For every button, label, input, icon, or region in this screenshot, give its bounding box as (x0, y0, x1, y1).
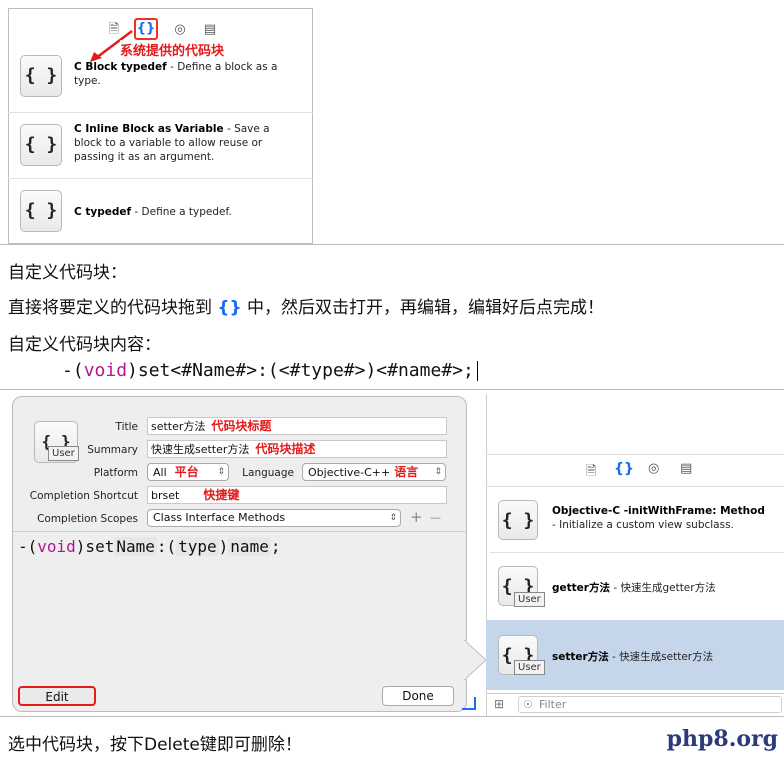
chevron-updown-icon: ⇕ (434, 467, 442, 477)
resize-handle[interactable] (462, 697, 476, 710)
braces-icon[interactable]: {} (614, 461, 634, 477)
platform-select[interactable]: All 平台 ⇕ (147, 463, 229, 481)
divider (486, 693, 784, 694)
divider (0, 389, 784, 390)
platform-label: Platform (93, 467, 138, 479)
remove-scope-button[interactable]: — (430, 511, 441, 524)
placeholder-token[interactable]: Name (114, 537, 157, 556)
placeholder-token[interactable]: name (228, 537, 271, 556)
snippet-description[interactable]: setter方法 - 快速生成setter方法 (552, 650, 782, 664)
code-sample: -(void)set<#Name#>:(<#type#>)<#name#>; (62, 360, 478, 381)
media-icon[interactable]: ▤ (201, 21, 219, 39)
popover-arrow (464, 640, 487, 680)
language-select[interactable]: Objective-C++ 语言 ⇕ (302, 463, 446, 481)
divider (490, 552, 784, 553)
summary-field[interactable]: 快速生成setter方法 代码块描述 (147, 440, 447, 458)
user-badge: User (514, 592, 545, 607)
library-tab-bar: 🗎 {} ◎ ▤ (9, 15, 312, 43)
snippet-description[interactable]: C Block typedef - Define a block as a ty… (74, 60, 300, 88)
placeholder-token[interactable]: type (176, 537, 219, 556)
footer-note: 选中代码块，按下Delete键即可删除！ (8, 735, 302, 755)
add-scope-button[interactable]: + (410, 508, 423, 526)
snippet-description[interactable]: Objective-C -initWithFrame: Method - Init… (552, 504, 782, 532)
annotation-label: 系统提供的代码块 (120, 40, 225, 59)
braces-icon: { } (20, 124, 62, 166)
braces-icon: { } (20, 55, 62, 97)
braces-icon: {} (217, 298, 242, 318)
braces-icon: { } (20, 190, 62, 232)
scopes-label: Completion Scopes (37, 513, 138, 525)
snippet-description[interactable]: C typedef - Define a typedef. (74, 205, 300, 219)
user-badge: User (514, 660, 545, 675)
divider (486, 454, 784, 455)
shortcut-field[interactable]: brset 快捷键 (147, 486, 447, 504)
title-label: Title (115, 421, 138, 433)
file-icon[interactable]: 🗎 (586, 462, 596, 484)
title-field[interactable]: setter方法 代码块标题 (147, 417, 447, 435)
filter-input[interactable]: ☉ Filter (518, 696, 782, 713)
filter-icon: ☉ (523, 698, 533, 711)
divider (13, 531, 466, 532)
code-editor[interactable]: -(void)set Name:(type) name; (18, 537, 458, 556)
divider (0, 716, 784, 717)
language-label: Language (242, 467, 294, 479)
shortcut-label: Completion Shortcut (29, 490, 138, 502)
watermark-logo: php8.org (666, 726, 778, 752)
summary-label: Summary (87, 444, 138, 456)
media-icon[interactable]: ▤ (680, 461, 692, 476)
done-button[interactable]: Done (382, 686, 454, 706)
user-badge: User (48, 446, 79, 461)
grid-view-icon[interactable]: ⊞ (494, 697, 504, 711)
edit-button[interactable]: Edit (18, 686, 96, 706)
instruction-text: 直接将要定义的代码块拖到 {} 中，然后双击打开，再编辑，编辑好后点完成！ (8, 298, 605, 318)
snippet-description[interactable]: C Inline Block as Variable - Save a bloc… (74, 122, 300, 164)
divider (0, 244, 784, 245)
object-icon[interactable]: ◎ (648, 461, 659, 476)
instruction-text: 自定义代码块内容： (8, 335, 161, 355)
braces-icon: { } (498, 500, 538, 540)
snippet-description[interactable]: getter方法 - 快速生成getter方法 (552, 581, 782, 595)
chevron-updown-icon: ⇕ (217, 467, 225, 477)
divider (8, 112, 313, 113)
scopes-select[interactable]: Class Interface Methods ⇕ (147, 509, 401, 527)
chevron-updown-icon: ⇕ (389, 513, 397, 523)
instruction-heading: 自定义代码块： (8, 263, 127, 283)
divider (8, 178, 313, 179)
text-caret (476, 361, 478, 381)
object-icon[interactable]: ◎ (171, 21, 189, 39)
